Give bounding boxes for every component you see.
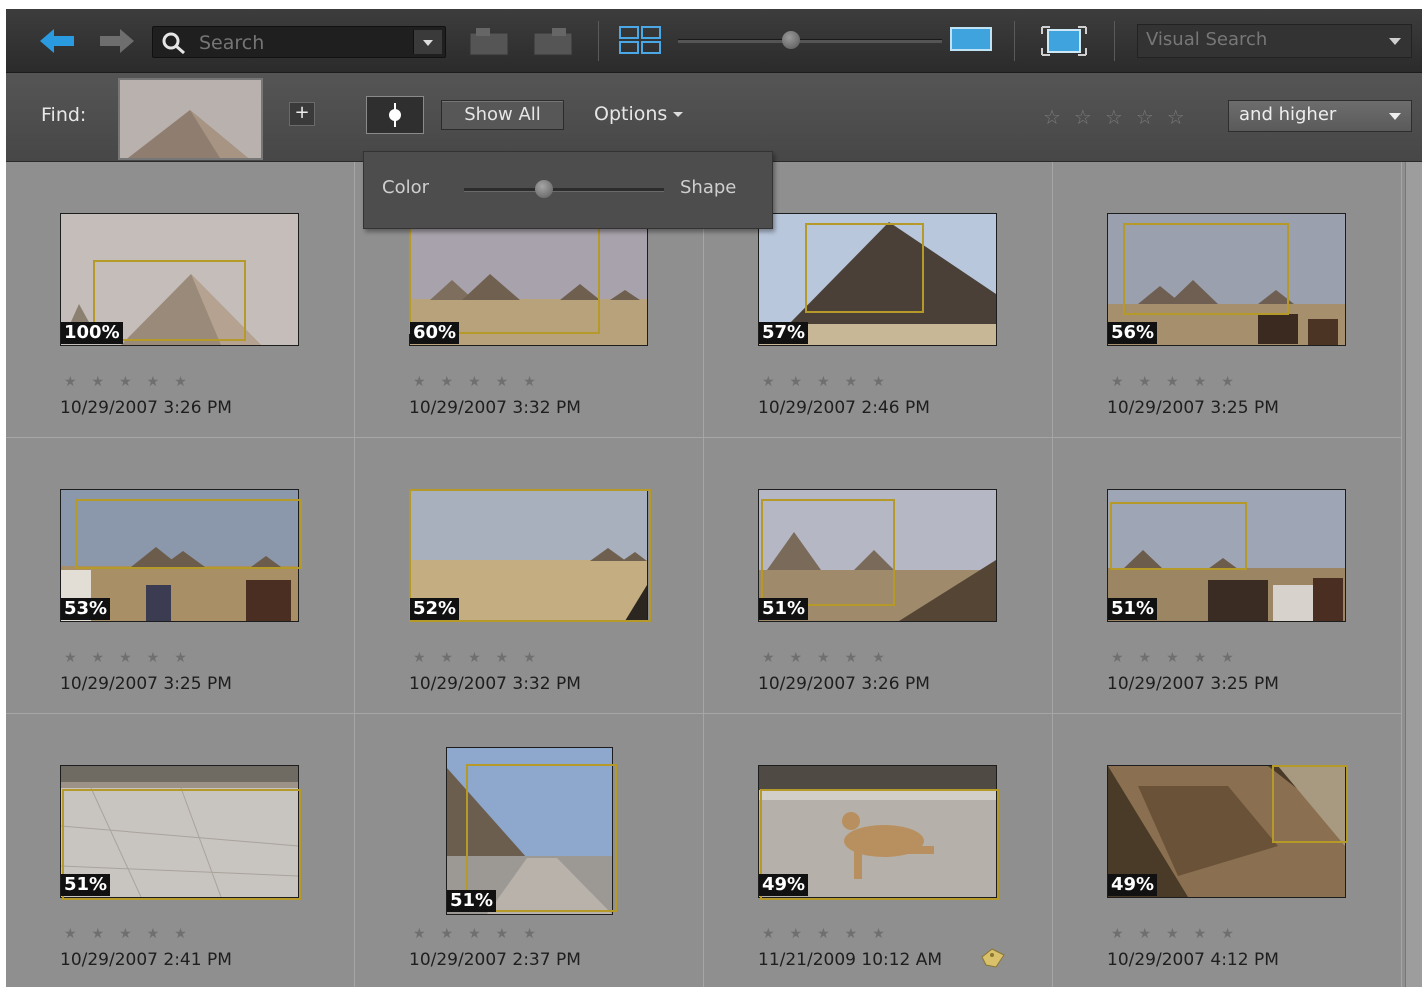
color-label: Color bbox=[382, 177, 429, 198]
photo-cell[interactable]: 51% ★★★★★ 10/29/2007 3:26 PM bbox=[704, 438, 1053, 714]
photo-cell[interactable]: 49% ★★★★★ 11/21/2009 10:12 AM bbox=[704, 714, 1053, 987]
photo-date: 10/29/2007 3:25 PM bbox=[1107, 398, 1279, 418]
similarity-badge: 60% bbox=[410, 322, 460, 344]
find-bar: Find: + Show All Options ☆☆☆☆☆ and highe… bbox=[6, 73, 1422, 162]
star-rating[interactable]: ★★★★★ bbox=[64, 650, 202, 666]
star-rating[interactable]: ★★★★★ bbox=[64, 374, 202, 390]
zoom-slider-track[interactable] bbox=[678, 39, 942, 43]
search-box bbox=[152, 26, 446, 58]
match-region bbox=[805, 223, 924, 313]
full-screen-icon[interactable] bbox=[1040, 25, 1088, 61]
photo-date: 10/29/2007 3:32 PM bbox=[409, 398, 581, 418]
match-region bbox=[1123, 223, 1289, 315]
options-menu[interactable]: Options bbox=[594, 103, 683, 125]
photo-date: 11/21/2009 10:12 AM bbox=[758, 950, 943, 970]
match-region bbox=[409, 222, 600, 334]
vertical-scrollbar[interactable] bbox=[1405, 162, 1422, 987]
color-shape-popup: Color Shape bbox=[363, 151, 773, 229]
rating-filter-dropdown[interactable]: and higher bbox=[1228, 100, 1412, 132]
rotate-right-icon[interactable] bbox=[532, 25, 574, 61]
star-rating[interactable]: ★★★★★ bbox=[1111, 374, 1249, 390]
photo-date: 10/29/2007 4:12 PM bbox=[1107, 950, 1279, 970]
star-rating[interactable]: ★★★★★ bbox=[413, 650, 551, 666]
match-region bbox=[75, 499, 302, 569]
color-shape-slider-track[interactable] bbox=[464, 188, 664, 192]
keyword-tag-icon bbox=[980, 947, 1006, 973]
search-input[interactable] bbox=[197, 30, 401, 56]
eyedropper-button[interactable] bbox=[366, 96, 424, 134]
star-rating[interactable]: ★★★★★ bbox=[762, 650, 900, 666]
similarity-badge: 51% bbox=[1108, 598, 1158, 620]
star-rating[interactable]: ★★★★★ bbox=[762, 926, 900, 942]
toolbar-divider bbox=[1014, 21, 1015, 61]
star-rating[interactable]: ★★★★★ bbox=[762, 374, 900, 390]
similarity-badge: 51% bbox=[447, 890, 497, 912]
color-shape-slider-handle[interactable] bbox=[535, 180, 553, 198]
photo-date: 10/29/2007 3:26 PM bbox=[758, 674, 930, 694]
similarity-badge: 53% bbox=[61, 598, 111, 620]
match-region bbox=[1110, 502, 1247, 570]
star-rating[interactable]: ★★★★★ bbox=[413, 374, 551, 390]
shape-label: Shape bbox=[680, 177, 737, 198]
view-mode-dropdown[interactable]: Visual Search bbox=[1137, 24, 1412, 58]
photo-date: 10/29/2007 3:25 PM bbox=[60, 674, 232, 694]
add-search-image-button[interactable]: + bbox=[289, 102, 315, 126]
rating-filter-label: and higher bbox=[1239, 104, 1337, 125]
star-rating[interactable]: ★★★★★ bbox=[1111, 650, 1249, 666]
rating-filter-stars[interactable]: ☆☆☆☆☆ bbox=[1043, 105, 1198, 129]
photo-cell[interactable]: 51% ★★★★★ 10/29/2007 2:37 PM bbox=[355, 714, 704, 987]
photo-date: 10/29/2007 2:46 PM bbox=[758, 398, 930, 418]
single-photo-view-icon[interactable] bbox=[950, 25, 992, 57]
show-all-button[interactable]: Show All bbox=[441, 100, 564, 130]
photo-cell[interactable]: 49% ★★★★★ 10/29/2007 4:12 PM bbox=[1053, 714, 1402, 987]
top-toolbar: Visual Search bbox=[6, 9, 1422, 73]
search-source-thumbnail[interactable] bbox=[118, 78, 263, 160]
similarity-badge: 52% bbox=[410, 598, 460, 620]
photo-date: 10/29/2007 3:25 PM bbox=[1107, 674, 1279, 694]
find-label: Find: bbox=[41, 104, 87, 126]
star-rating[interactable]: ★★★★★ bbox=[1111, 926, 1249, 942]
photo-date: 10/29/2007 2:37 PM bbox=[409, 950, 581, 970]
photo-cell[interactable]: 52% ★★★★★ 10/29/2007 3:32 PM bbox=[355, 438, 704, 714]
similarity-badge: 56% bbox=[1108, 322, 1158, 344]
search-icon bbox=[161, 32, 187, 58]
photo-cell[interactable]: 56% ★★★★★ 10/29/2007 3:25 PM bbox=[1053, 162, 1402, 438]
similarity-badge: 49% bbox=[1108, 874, 1158, 896]
similarity-badge: 49% bbox=[759, 874, 809, 896]
similarity-badge: 100% bbox=[61, 322, 123, 344]
rotate-left-icon[interactable] bbox=[468, 25, 510, 61]
search-dropdown-button[interactable] bbox=[413, 30, 442, 54]
similarity-badge: 51% bbox=[759, 598, 809, 620]
thumbnail-grid-icon[interactable] bbox=[618, 25, 662, 59]
back-arrow-icon[interactable] bbox=[38, 27, 74, 55]
photo-cell[interactable]: 53% ★★★★★ 10/29/2007 3:25 PM bbox=[6, 438, 355, 714]
toolbar-divider bbox=[1114, 21, 1115, 61]
photo-date: 10/29/2007 2:41 PM bbox=[60, 950, 232, 970]
zoom-slider-handle[interactable] bbox=[782, 31, 800, 49]
photo-cell[interactable]: 100% ★★★★★ 10/29/2007 3:26 PM bbox=[6, 162, 355, 438]
forward-arrow-icon[interactable] bbox=[98, 27, 134, 55]
photo-date: 10/29/2007 3:32 PM bbox=[409, 674, 581, 694]
photo-cell[interactable]: 51% ★★★★★ 10/29/2007 2:41 PM bbox=[6, 714, 355, 987]
similarity-badge: 57% bbox=[759, 322, 809, 344]
photo-date: 10/29/2007 3:26 PM bbox=[60, 398, 232, 418]
photo-grid: 100% ★★★★★ 10/29/2007 3:26 PM 60% ★★★★★ … bbox=[6, 162, 1406, 987]
star-rating[interactable]: ★★★★★ bbox=[64, 926, 202, 942]
match-region bbox=[1272, 765, 1348, 843]
toolbar-divider bbox=[598, 21, 599, 61]
eyedropper-icon bbox=[389, 103, 401, 127]
view-mode-label: Visual Search bbox=[1146, 29, 1268, 50]
match-region bbox=[761, 499, 895, 606]
organizer-window: Visual Search Find: + Show All Options ☆… bbox=[6, 9, 1422, 987]
star-rating[interactable]: ★★★★★ bbox=[413, 926, 551, 942]
similarity-badge: 51% bbox=[61, 874, 111, 896]
photo-cell[interactable]: 51% ★★★★★ 10/29/2007 3:25 PM bbox=[1053, 438, 1402, 714]
